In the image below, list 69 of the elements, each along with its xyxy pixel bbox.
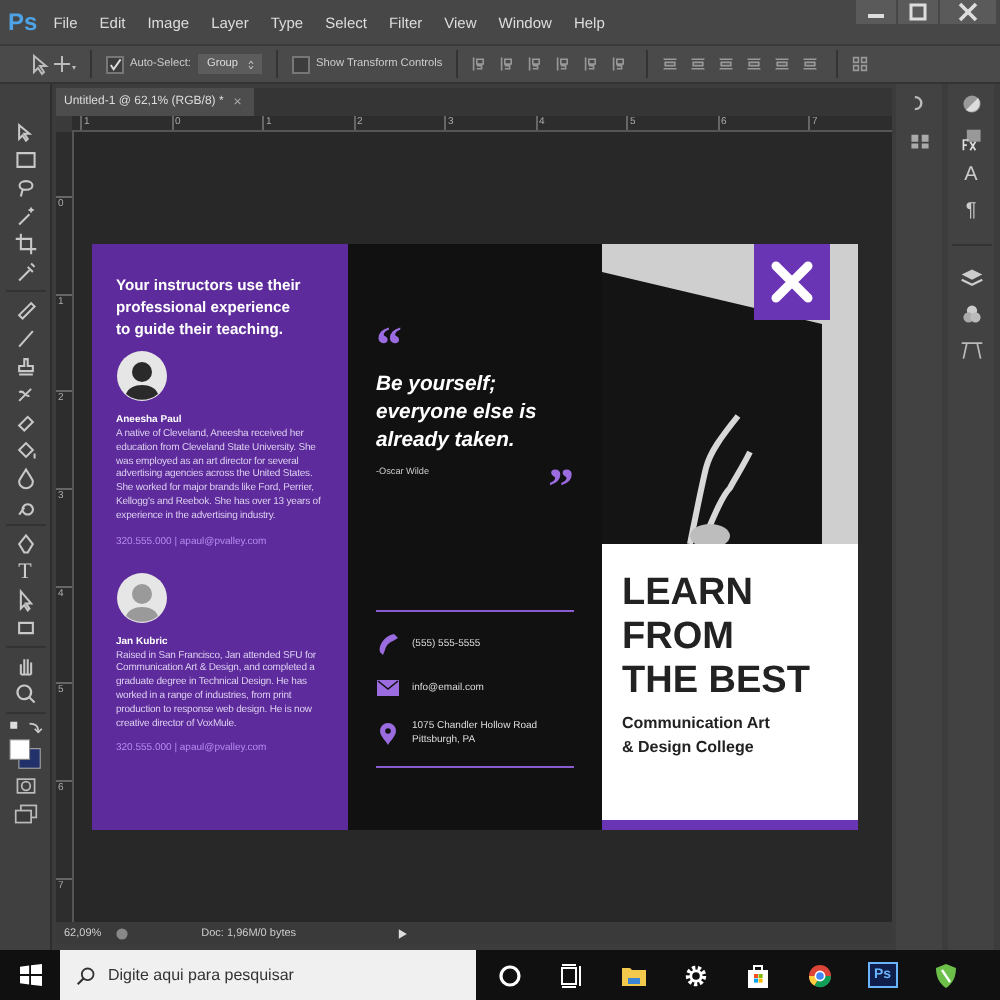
align-icon[interactable]: [500, 56, 517, 72]
align-icon[interactable]: [718, 56, 735, 72]
document-profile-icon[interactable]: [113, 925, 130, 941]
shopping-bag-icon[interactable]: [744, 961, 772, 989]
paths-icon[interactable]: [959, 338, 983, 362]
align-icon[interactable]: [472, 56, 489, 72]
lasso-icon[interactable]: [13, 176, 37, 200]
align-icon[interactable]: [690, 56, 707, 72]
search-input[interactable]: Digite aqui para pesquisar: [108, 966, 448, 984]
channels-icon[interactable]: [959, 302, 983, 326]
windows-logo-icon[interactable]: [20, 964, 42, 986]
close-quote-mark: ”: [548, 466, 574, 498]
drop-icon[interactable]: [13, 466, 37, 490]
align-icon[interactable]: [556, 56, 573, 72]
eyedropper-icon[interactable]: [13, 260, 37, 284]
pen-icon[interactable]: [13, 532, 37, 556]
quote-text: Be yourself; everyone else is already taken.: [376, 372, 539, 456]
auto-select-checkbox[interactable]: [106, 55, 124, 73]
settings-icon[interactable]: [682, 961, 710, 989]
cover-title: LEARN FROM THE BEST: [622, 572, 812, 704]
rectangle-icon[interactable]: [13, 616, 37, 640]
move-tool-icon[interactable]: [28, 50, 76, 78]
align-icon[interactable]: [612, 56, 629, 72]
bucket-icon[interactable]: [13, 438, 37, 462]
dashed-rectangle-icon[interactable]: [13, 148, 37, 172]
paragraph-panel-button[interactable]: ¶: [965, 200, 977, 224]
align-icon[interactable]: [774, 56, 791, 72]
avatar: [116, 350, 168, 402]
brush-icon[interactable]: [13, 326, 37, 350]
close-icon[interactable]: [940, 0, 996, 24]
bandage-icon[interactable]: [13, 298, 37, 322]
half-circle-icon[interactable]: [959, 92, 983, 116]
swap-colors-icon[interactable]: [7, 720, 43, 734]
align-icon[interactable]: [802, 56, 819, 72]
search-icon: [76, 965, 96, 985]
align-icon[interactable]: [528, 56, 545, 72]
open-quote-mark: “: [376, 320, 404, 356]
crossed-tools-logo: [754, 244, 830, 320]
zoom-icon[interactable]: [13, 682, 37, 706]
align-icon[interactable]: [662, 56, 679, 72]
crop-icon[interactable]: [13, 232, 37, 256]
browser-icon[interactable]: [806, 961, 834, 989]
wand-icon[interactable]: [13, 204, 37, 228]
up-down-arrows-icon: [248, 59, 255, 69]
distribute-icon[interactable]: [852, 56, 869, 72]
phone-icon: [376, 632, 400, 656]
college-name: Communication Art & Design College: [622, 712, 772, 760]
transform-controls-checkbox[interactable]: [292, 55, 311, 73]
avatar: [116, 571, 168, 624]
layers-icon[interactable]: [959, 266, 983, 290]
align-icon[interactable]: [584, 56, 601, 72]
screen-mode-icon[interactable]: [13, 802, 37, 826]
maximize-icon[interactable]: [898, 0, 938, 24]
task-view-icon[interactable]: [558, 961, 586, 989]
layer-style-icon[interactable]: [959, 128, 983, 152]
circle-icon[interactable]: [496, 961, 524, 989]
character-panel-button[interactable]: A: [964, 164, 978, 188]
quick-mask-icon[interactable]: [13, 774, 37, 798]
eraser-icon[interactable]: [13, 410, 37, 434]
taskbar-search-field[interactable]: Digite aqui para pesquisar: [60, 950, 476, 1000]
shield-icon[interactable]: [931, 961, 960, 989]
map-pin-icon: [376, 722, 400, 746]
stamp-icon[interactable]: [13, 354, 37, 378]
minimize-icon[interactable]: [856, 0, 896, 24]
arrow-icon[interactable]: [13, 120, 37, 144]
align-icon[interactable]: [746, 56, 763, 72]
color-swatches[interactable]: [7, 738, 43, 770]
type-tool[interactable]: T: [13, 560, 37, 584]
envelope-icon: [376, 676, 400, 700]
